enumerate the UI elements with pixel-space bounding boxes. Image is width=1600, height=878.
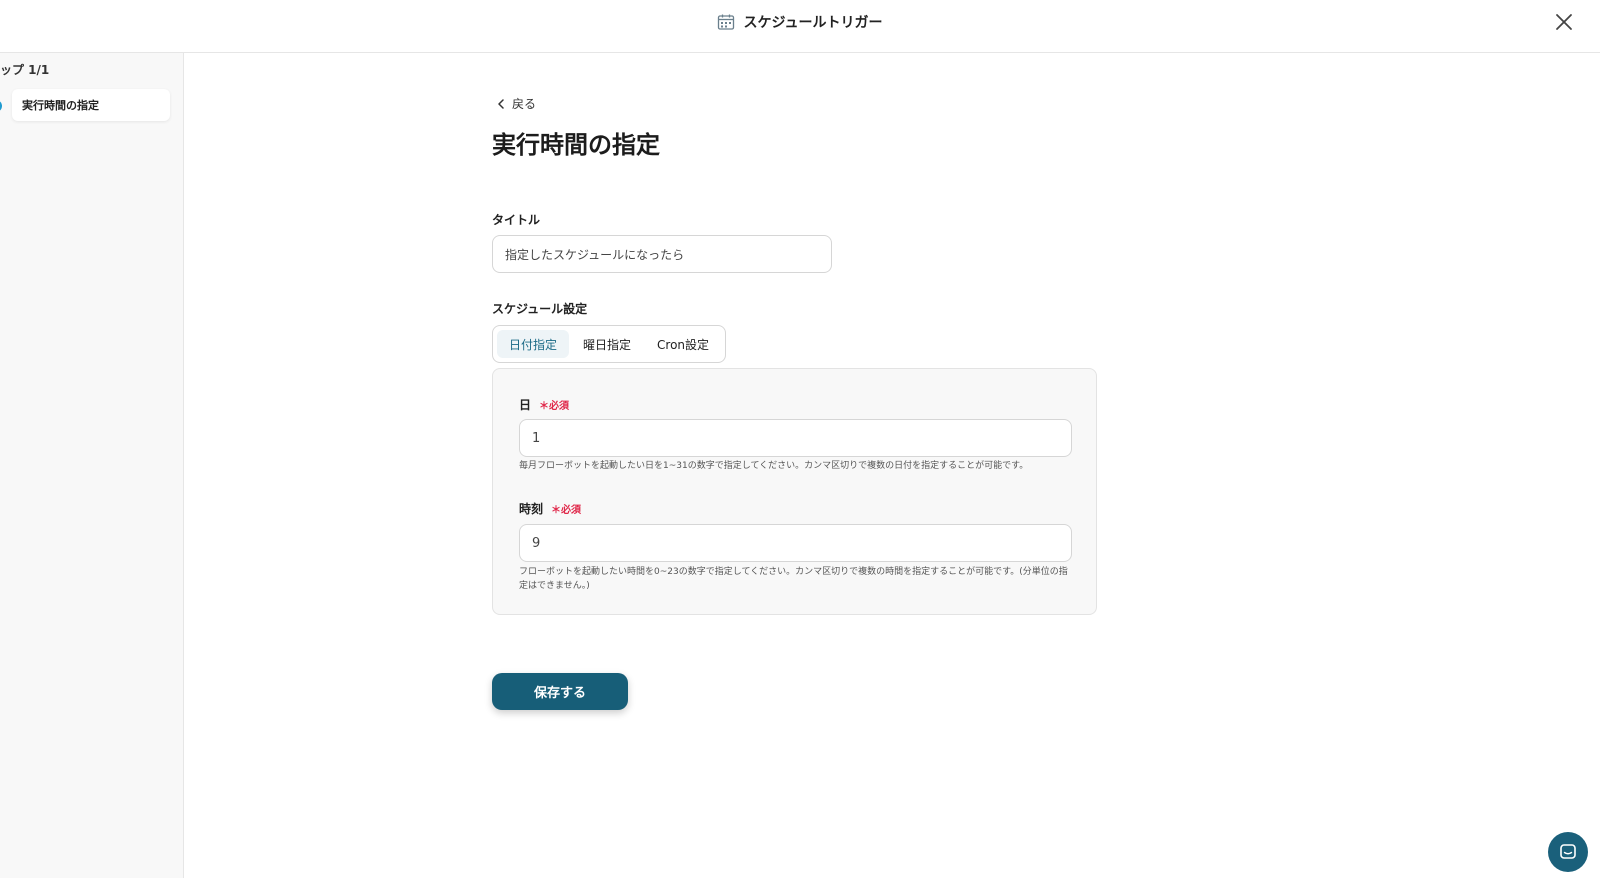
required-badge: ＊必須 (551, 505, 582, 516)
header-title-group: スケジュールトリガー (0, 10, 1600, 34)
day-label-text: 日 (519, 398, 532, 412)
chat-launcher-button[interactable] (1548, 832, 1588, 872)
schedule-settings-label: スケジュール設定 (492, 302, 588, 316)
time-input[interactable] (519, 524, 1072, 562)
close-button[interactable] (1552, 10, 1576, 34)
top-bar: スケジュールトリガー (0, 0, 1600, 53)
sidebar-item-label: 実行時間の指定 (22, 99, 99, 112)
chevron-left-icon (498, 98, 504, 109)
close-icon (1556, 14, 1572, 30)
step-sidebar: テップ 1/1 実行時間の指定 (0, 53, 184, 878)
page-title: 実行時間の指定 (492, 131, 660, 159)
chat-icon (1560, 844, 1576, 859)
time-help-text: フローボットを起動したい時間を0~23の数字で指定してください。カンマ区切りで複… (519, 567, 1068, 591)
time-label-text: 時刻 (519, 502, 544, 516)
save-button[interactable]: 保存する (492, 673, 628, 710)
back-link[interactable]: 戻る (496, 95, 536, 112)
title-input[interactable] (492, 235, 832, 273)
schedule-type-tabs: 日付指定 曜日指定 Cron設定 (492, 325, 726, 363)
sidebar-item-execution-time[interactable]: 実行時間の指定 (12, 89, 170, 121)
tab-cron[interactable]: Cron設定 (645, 330, 721, 358)
back-label: 戻る (512, 97, 537, 111)
time-field-label: 時刻 ＊必須 (519, 500, 581, 517)
required-badge: ＊必須 (539, 401, 570, 412)
title-field-label: タイトル (492, 213, 541, 227)
step-counter: テップ 1/1 (0, 63, 50, 77)
day-input[interactable] (519, 419, 1072, 457)
day-field-label: 日 ＊必須 (519, 396, 569, 413)
tab-weekday[interactable]: 曜日指定 (571, 330, 643, 358)
tab-date[interactable]: 日付指定 (497, 330, 570, 358)
day-help-text: 毎月フローボットを起動したい日を1~31の数字で指定してください。カンマ区切りで… (519, 461, 1029, 471)
calendar-icon (717, 13, 735, 31)
active-step-indicator (0, 100, 2, 112)
schedule-settings-panel: 日 ＊必須 毎月フローボットを起動したい日を1~31の数字で指定してください。カン… (492, 368, 1097, 615)
window-title: スケジュールトリガー (743, 15, 883, 31)
